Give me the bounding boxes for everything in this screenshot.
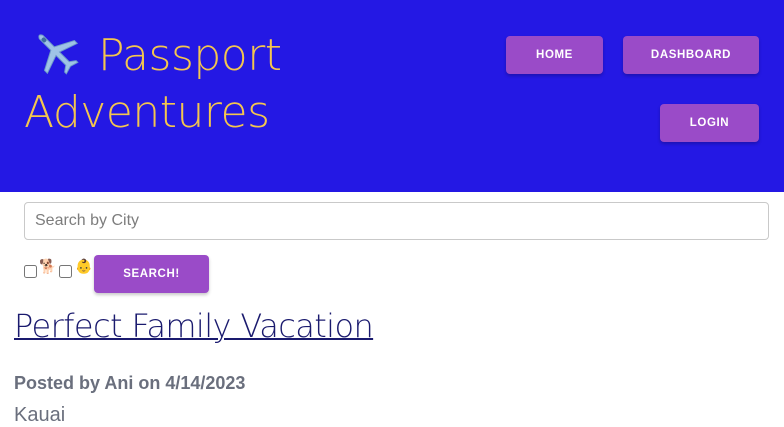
- brand-line-1: Passport: [98, 30, 282, 81]
- site-brand[interactable]: Passport Adventures: [24, 26, 324, 141]
- baby-icon: 👶: [75, 258, 93, 274]
- home-button[interactable]: HOME: [506, 36, 603, 74]
- post-city: Kauai: [14, 404, 66, 426]
- city-search-input[interactable]: [24, 202, 769, 240]
- brand-line-2: Adventures: [24, 87, 270, 138]
- kid-friendly-checkbox[interactable]: [59, 265, 72, 278]
- airplane-icon: [30, 26, 82, 78]
- site-header: Passport Adventures HOME DASHBOARD LOGIN: [0, 0, 784, 192]
- dashboard-button[interactable]: DASHBOARD: [623, 36, 759, 74]
- login-button[interactable]: LOGIN: [660, 104, 759, 142]
- post-title-link[interactable]: Perfect Family Vacation: [14, 304, 374, 348]
- dog-friendly-checkbox[interactable]: [24, 265, 37, 278]
- dog-icon: 🐕: [39, 258, 57, 274]
- post-meta: Posted by Ani on 4/14/2023: [14, 373, 246, 393]
- search-button[interactable]: SEARCH!: [94, 255, 209, 293]
